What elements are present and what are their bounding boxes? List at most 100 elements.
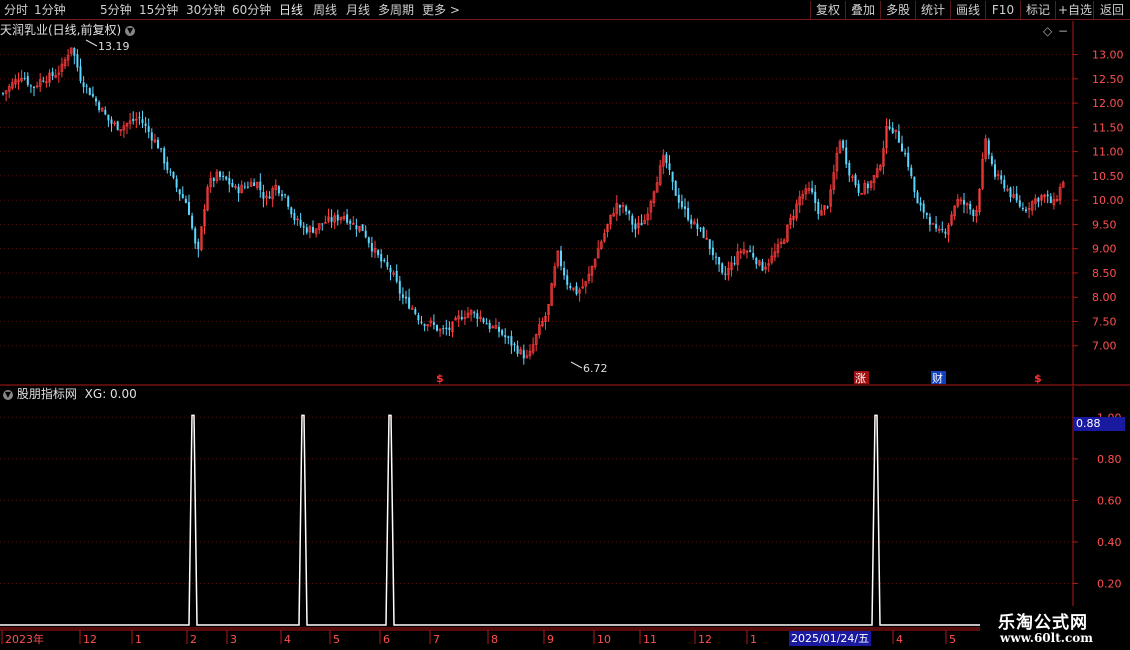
watermark: 乐淘公式网 www.60lt.com — [980, 606, 1130, 650]
candle — [1018, 195, 1021, 209]
candle — [640, 214, 643, 226]
candle — [361, 224, 364, 232]
candle — [479, 310, 482, 322]
candle — [290, 206, 293, 218]
candle — [113, 120, 116, 127]
candle — [727, 261, 730, 281]
candle — [916, 190, 919, 204]
candle — [994, 159, 996, 180]
indicator-tick-label: 0.40 — [1097, 536, 1122, 549]
candle — [150, 128, 153, 150]
candle — [875, 163, 879, 179]
candle — [476, 309, 479, 327]
candle — [996, 170, 1000, 181]
candle — [758, 259, 761, 267]
candle — [634, 218, 637, 238]
candle — [965, 202, 969, 214]
candle — [652, 190, 656, 208]
candle — [42, 76, 45, 83]
candle — [401, 287, 404, 305]
candle — [776, 238, 780, 258]
candle — [671, 171, 674, 191]
candle — [1006, 184, 1009, 192]
candle — [922, 200, 925, 219]
time-tick-label: 3 — [230, 633, 237, 646]
candle — [978, 188, 981, 216]
candle — [11, 78, 14, 91]
event-marker-dividend[interactable]: $ — [436, 372, 444, 385]
candle — [522, 344, 525, 365]
candle — [1061, 180, 1065, 188]
time-tick-label: 10 — [597, 633, 611, 646]
candle — [1055, 195, 1059, 203]
high-label-group: 13.19 — [85, 39, 130, 53]
candle — [405, 290, 407, 304]
candle — [417, 312, 420, 325]
price-tick-label: 12.50 — [1092, 73, 1124, 86]
candle — [197, 238, 200, 258]
crosshair-date-label: 2025/01/24/五 — [789, 631, 872, 646]
candle — [550, 282, 554, 306]
candle — [426, 323, 430, 332]
candle — [17, 72, 20, 90]
candle — [658, 159, 662, 187]
indicator-value: XG: 0.00 — [84, 387, 137, 401]
candle — [228, 171, 231, 193]
candle — [981, 152, 984, 191]
candle — [410, 304, 414, 311]
candle — [98, 100, 101, 113]
candle — [432, 314, 435, 330]
candle — [125, 122, 129, 134]
indicator-tick-label: 0.80 — [1097, 453, 1122, 466]
diamond-icon[interactable]: ◇ — [1043, 24, 1053, 38]
candle — [897, 124, 900, 144]
candle — [1021, 202, 1024, 212]
candle — [1030, 200, 1034, 216]
price-tick-label: 8.00 — [1092, 291, 1117, 304]
candle — [1046, 190, 1049, 204]
minus-icon[interactable]: − — [1058, 24, 1068, 38]
candle — [153, 133, 157, 144]
price-tick-label: 13.00 — [1092, 49, 1124, 62]
candle — [178, 188, 181, 201]
candle — [718, 256, 721, 272]
candle — [370, 236, 373, 258]
candle — [460, 310, 463, 321]
candle — [643, 214, 647, 225]
candle — [504, 328, 507, 344]
time-axis: 2023年 12 1 2 3 4 5 6 7 8 9 10 11 12 1 4 5 — [0, 627, 1130, 646]
candle — [525, 349, 529, 359]
candle — [711, 240, 714, 261]
candle — [259, 173, 262, 198]
price-tick-label: 12.00 — [1092, 97, 1124, 110]
candle — [869, 180, 873, 191]
event-marker-dividend-2[interactable]: $ — [1034, 372, 1042, 385]
event-marker-finance[interactable]: 财 — [932, 371, 943, 385]
candle — [157, 136, 159, 149]
candle — [1034, 194, 1037, 211]
candle — [438, 327, 442, 337]
candle — [631, 213, 634, 233]
candle — [7, 83, 11, 98]
candle — [4, 90, 8, 102]
candle — [255, 181, 259, 191]
candle — [621, 202, 625, 214]
candle — [395, 264, 398, 284]
candle — [838, 139, 842, 154]
event-marker-limitup[interactable]: 涨 — [855, 372, 866, 385]
candle — [767, 258, 771, 272]
chart-canvas: 13.00 12.50 12.00 11.50 11.00 10.50 10.00 9.50 9… — [0, 21, 1130, 646]
candle — [54, 68, 58, 79]
candle — [457, 310, 461, 328]
chevron-down-icon[interactable]: ▼ — [3, 389, 13, 400]
candle — [941, 221, 944, 233]
candle — [188, 194, 190, 216]
candle — [811, 180, 814, 195]
candle — [872, 175, 876, 191]
candle — [69, 47, 73, 57]
candle — [302, 221, 305, 235]
candle — [715, 252, 717, 265]
candle — [655, 176, 659, 193]
candle — [51, 67, 54, 81]
candle — [705, 229, 709, 241]
